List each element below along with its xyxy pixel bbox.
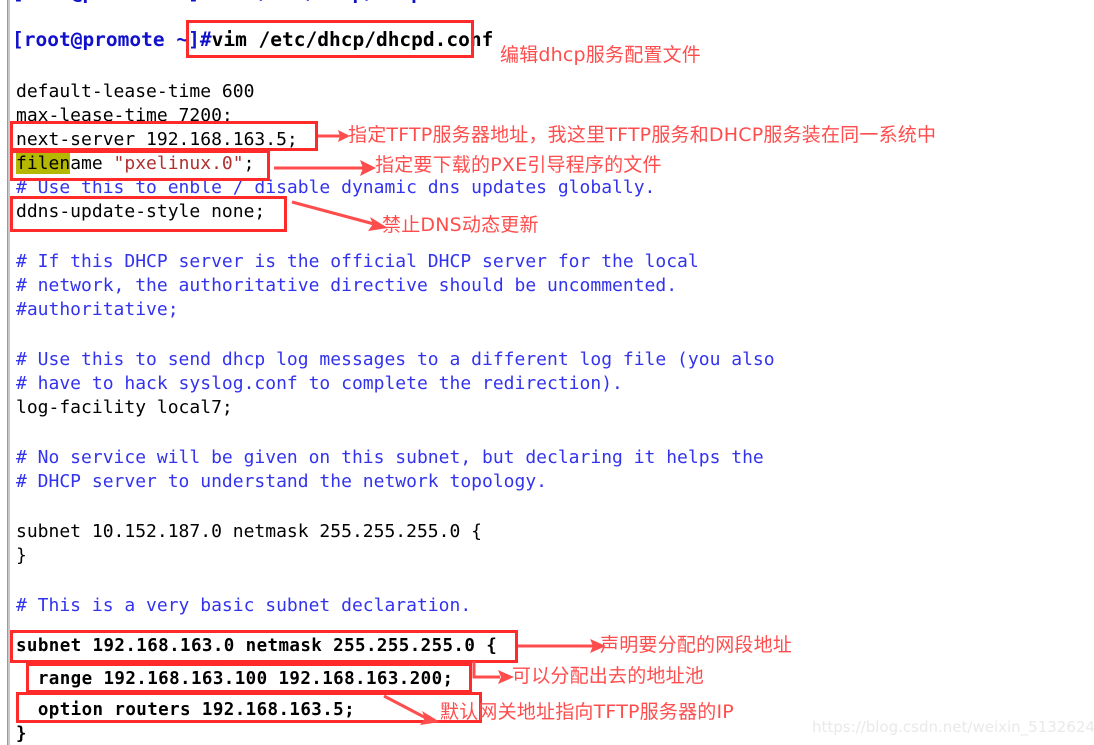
config-line-range: range 192.168.163.100 192.168.163.200; bbox=[16, 669, 454, 689]
annotation-ddns: 禁止DNS动态更新 bbox=[382, 214, 539, 236]
annotation-edit-dhcp-config: 编辑dhcp服务配置文件 bbox=[500, 44, 702, 66]
hash-sign: # bbox=[199, 28, 212, 51]
arrow-to-filename-note bbox=[274, 160, 376, 176]
annotation-subnet-declare: 声明要分配的网段地址 bbox=[600, 634, 793, 656]
blog-watermark: https://blog.csdn.net/weixin_51326240 bbox=[812, 718, 1094, 736]
terminal-prompt-line: [root@promote ~]#vim /etc/dhcp/dhcpd.con… bbox=[12, 28, 493, 52]
config-comment-log-messages-1: # Use this to send dhcp log messages to … bbox=[16, 349, 775, 370]
config-line-subnet-192: subnet 192.168.163.0 netmask 255.255.255… bbox=[16, 636, 498, 656]
config-line-subnet-192-close: } bbox=[16, 724, 27, 744]
annotation-address-pool: 可以分配出去的地址池 bbox=[512, 665, 705, 687]
config-line-default-lease-time: default-lease-time 600 bbox=[16, 81, 255, 102]
shell-prompt: [root@promote ~] bbox=[12, 28, 200, 51]
filename-string-value: "pxelinux.0" bbox=[113, 153, 244, 174]
annotation-default-gateway: 默认网关地址指向TFTP服务器的IP bbox=[440, 701, 734, 723]
search-match-highlight: filen bbox=[16, 153, 71, 174]
screenshot-root: [root@promote ~]#vim /etc/dhcp/dhcpd.con… bbox=[0, 0, 1094, 745]
annotation-filename: 指定要下载的PXE引导程序的文件 bbox=[375, 154, 662, 176]
config-line-next-server: next-server 192.168.163.5; bbox=[16, 129, 298, 150]
config-line-option-routers: option routers 192.168.163.5; bbox=[16, 700, 356, 720]
config-comment-no-service-2: # DHCP server to understand the network … bbox=[16, 471, 548, 492]
editor-left-rail bbox=[0, 0, 12, 745]
config-line-log-facility: log-facility local7; bbox=[16, 397, 233, 418]
config-comment-official-server-2: # network, the authoritative directive s… bbox=[16, 275, 678, 296]
filename-keyword-tail: ame bbox=[70, 153, 114, 174]
config-comment-authoritative: #authoritative; bbox=[16, 299, 179, 320]
config-line-subnet-10-close: } bbox=[16, 545, 27, 566]
partial-previous-prompt-line: [root@promote ~]#vim /etc/dhcp/dhcpd.con… bbox=[12, 0, 493, 7]
config-comment-basic-subnet: # This is a very basic subnet declaratio… bbox=[16, 595, 472, 616]
config-line-max-lease-time: max-lease-time 7200; bbox=[16, 105, 233, 126]
config-comment-official-server-1: # If this DHCP server is the official DH… bbox=[16, 251, 699, 272]
config-line-ddns-update-style: ddns-update-style none; bbox=[16, 201, 266, 222]
config-comment-no-service-1: # No service will be given on this subne… bbox=[16, 447, 764, 468]
annotation-next-server: 指定TFTP服务器地址，我这里TFTP服务和DHCP服务装在同一系统中 bbox=[348, 124, 937, 146]
config-line-subnet-10: subnet 10.152.187.0 netmask 255.255.255.… bbox=[16, 521, 482, 542]
config-comment-log-messages-2: # have to hack syslog.conf to complete t… bbox=[16, 373, 623, 394]
shell-command: vim /etc/dhcp/dhcpd.conf bbox=[211, 28, 494, 51]
config-line-filename: filename "pxelinux.0"; bbox=[16, 152, 254, 176]
filename-semicolon: ; bbox=[243, 153, 255, 174]
